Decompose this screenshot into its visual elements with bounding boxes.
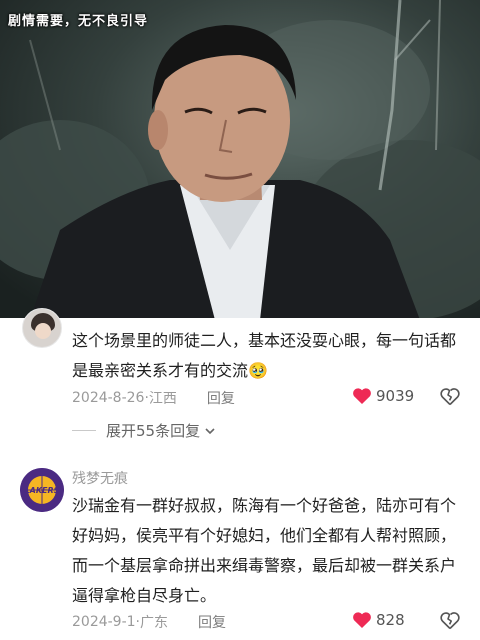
video-frame[interactable]: 剧情需要，无不良引导 [0,0,480,320]
comment-text: 沙瑞金有一群好叔叔，陈海有一个好爸爸，陆亦可有个好妈妈，侯亮平有个好媳妇，他们全… [72,496,457,605]
avatar[interactable] [22,308,62,348]
avatar-text: LAKERS [25,486,60,495]
expand-replies-label: 展开55条回复 [106,422,201,440]
comment-username[interactable]: 残梦无痕 [72,468,128,488]
reply-button[interactable]: 回复 [207,388,235,408]
comment-date: 2024-8-26 [72,390,145,406]
like-count: 828 [376,611,405,629]
avatar-face [35,323,51,339]
broken-heart-icon[interactable] [440,387,460,407]
heart-icon [353,388,371,404]
comment-location: 广东 [140,615,168,631]
comment-meta: 2024-9-1 · 广东 回复 [72,612,226,632]
comment-text: 这个场景里的师徒二人，基本还没耍心眼，每一句话都是最亲密关系才有的交流🥹 [72,331,457,380]
like-button[interactable]: 9039 [352,387,414,405]
like-count: 9039 [376,387,415,405]
lakers-logo-icon: LAKERS [20,468,64,512]
video-still-illustration [0,0,480,320]
comment-date: 2024-9-1 [72,614,136,630]
expand-replies-button[interactable]: 展开55条回复 [72,420,216,441]
comment-meta: 2024-8-26 · 江西 回复 [72,388,235,408]
like-button[interactable]: 828 [352,611,405,629]
heart-icon [353,612,371,628]
divider-line [72,430,96,431]
reply-button[interactable]: 回复 [198,612,226,632]
comment-location: 江西 [148,391,177,407]
broken-heart-icon[interactable] [440,611,460,631]
avatar-lakers-logo[interactable]: LAKERS [20,468,64,512]
chevron-down-icon [205,427,215,434]
video-disclaimer-caption: 剧情需要，无不良引导 [8,14,149,29]
